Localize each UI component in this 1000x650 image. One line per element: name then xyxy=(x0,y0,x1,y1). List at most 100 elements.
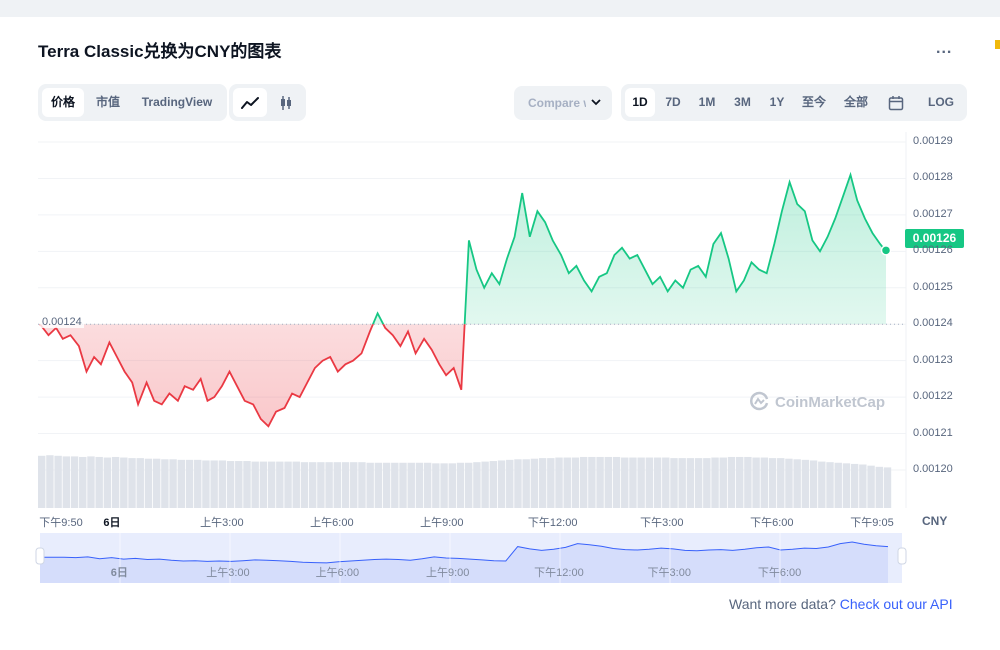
volume-bar xyxy=(465,462,473,508)
y-tick-label: 0.00120 xyxy=(913,463,953,475)
volume-bar xyxy=(128,458,136,508)
volume-bar xyxy=(251,461,259,508)
current-price-dot xyxy=(880,245,892,256)
volume-bar xyxy=(111,456,120,508)
footer-text: Want more data? xyxy=(729,596,840,612)
y-tick-label: 0.00122 xyxy=(913,390,953,403)
volume-bar xyxy=(809,460,818,508)
volume-bar xyxy=(136,458,144,508)
volume-bar xyxy=(621,457,629,508)
volume-bar xyxy=(875,466,883,508)
navigator-tick-label: 上午6:00 xyxy=(315,567,360,579)
cmc-logo-icon xyxy=(750,391,769,411)
x-tick-label: 下午6:00 xyxy=(750,517,794,529)
footer-note: Want more data? Check out our API xyxy=(729,596,953,612)
volume-bar xyxy=(777,458,785,508)
volume-bar xyxy=(259,461,268,508)
x-tick-label: 下午3:00 xyxy=(640,517,684,529)
currency-unit: CNY xyxy=(922,514,948,528)
volume-bar xyxy=(834,462,842,508)
navigator-handle-left[interactable] xyxy=(35,547,45,565)
volume-bar xyxy=(218,460,227,508)
volume-bar xyxy=(358,462,366,508)
x-tick-label: 上午6:00 xyxy=(310,517,354,529)
volume-bar xyxy=(38,455,46,508)
volume-bar xyxy=(185,459,194,508)
volume-bar xyxy=(793,459,801,508)
volume-bar xyxy=(267,461,276,508)
volume-bar xyxy=(752,457,760,508)
volume-bar xyxy=(645,457,654,508)
volume-bar xyxy=(341,462,350,508)
volume-bar xyxy=(506,459,514,508)
y-tick-label: 0.00128 xyxy=(913,171,953,184)
navigator-tick-label: 下午12:00 xyxy=(534,567,584,579)
volume-bar xyxy=(169,459,177,508)
volume-bar xyxy=(719,457,727,508)
navigator-tick-label: 下午3:00 xyxy=(647,567,691,579)
volume-bar xyxy=(350,462,358,508)
volume-bar xyxy=(152,458,161,508)
volume-bar xyxy=(87,456,95,508)
volume-bar xyxy=(292,461,300,508)
volume-bar xyxy=(456,462,465,508)
volume-bar xyxy=(637,457,645,508)
volume-bar xyxy=(210,460,218,508)
volume-bar xyxy=(276,461,284,508)
y-tick-label: 0.00127 xyxy=(913,207,953,220)
volume-bar xyxy=(95,456,103,508)
volume-bar xyxy=(79,456,87,508)
volume-bar xyxy=(678,458,686,508)
volume-bar xyxy=(744,456,752,508)
volume-bar xyxy=(818,461,826,508)
navigator-tick-label: 上午9:00 xyxy=(426,567,470,579)
y-tick-label: 0.00126 xyxy=(913,244,953,257)
volume-bar xyxy=(103,457,112,508)
volume-bar xyxy=(448,463,456,508)
volume-bar xyxy=(514,459,522,508)
volume-bar xyxy=(842,463,851,508)
volume-bar xyxy=(727,456,736,508)
volume-bar xyxy=(538,458,547,508)
x-tick-label: 上午3:00 xyxy=(200,517,244,529)
volume-bar xyxy=(579,456,588,508)
x-tick-label: 下午12:00 xyxy=(527,517,578,529)
volume-bar xyxy=(432,463,440,508)
volume-bar xyxy=(686,458,695,508)
navigator-tick-label: 下午6:00 xyxy=(757,567,802,579)
volume-bar xyxy=(481,461,489,508)
x-tick-label: 下午9:50 xyxy=(39,517,83,529)
volume-bar xyxy=(46,455,54,508)
y-tick-label: 0.00124 xyxy=(913,317,953,330)
y-tick-label: 0.00125 xyxy=(913,280,953,293)
volume-bar xyxy=(284,461,292,508)
volume-bar xyxy=(177,459,186,508)
volume-bar xyxy=(670,458,678,508)
volume-bar xyxy=(374,462,383,508)
volume-bar xyxy=(70,456,79,508)
volume-bar xyxy=(588,456,596,508)
volume-bar xyxy=(333,462,342,508)
volume-bar xyxy=(694,458,703,508)
volume-bar xyxy=(317,462,325,508)
api-link[interactable]: Check out our API xyxy=(840,596,953,612)
volume-bar xyxy=(629,457,637,508)
volume-bar xyxy=(571,457,580,508)
x-tick-label: 上午9:00 xyxy=(420,517,464,529)
navigator-handle-right[interactable] xyxy=(897,547,907,565)
y-tick-label: 0.00121 xyxy=(913,426,953,439)
volume-bar xyxy=(867,465,875,508)
volume-bar xyxy=(563,457,571,508)
volume-bar xyxy=(243,461,251,508)
volume-bar xyxy=(497,460,506,508)
volume-bar xyxy=(161,459,169,508)
volume-bar xyxy=(547,458,555,508)
volume-bar xyxy=(54,455,62,508)
volume-bar xyxy=(596,456,604,508)
volume-bar xyxy=(785,458,793,508)
price-chart[interactable] xyxy=(0,0,1000,650)
volume-bar xyxy=(801,459,810,508)
volume-bar xyxy=(423,462,432,508)
volume-bar xyxy=(768,458,777,508)
volume-bar xyxy=(662,457,670,508)
